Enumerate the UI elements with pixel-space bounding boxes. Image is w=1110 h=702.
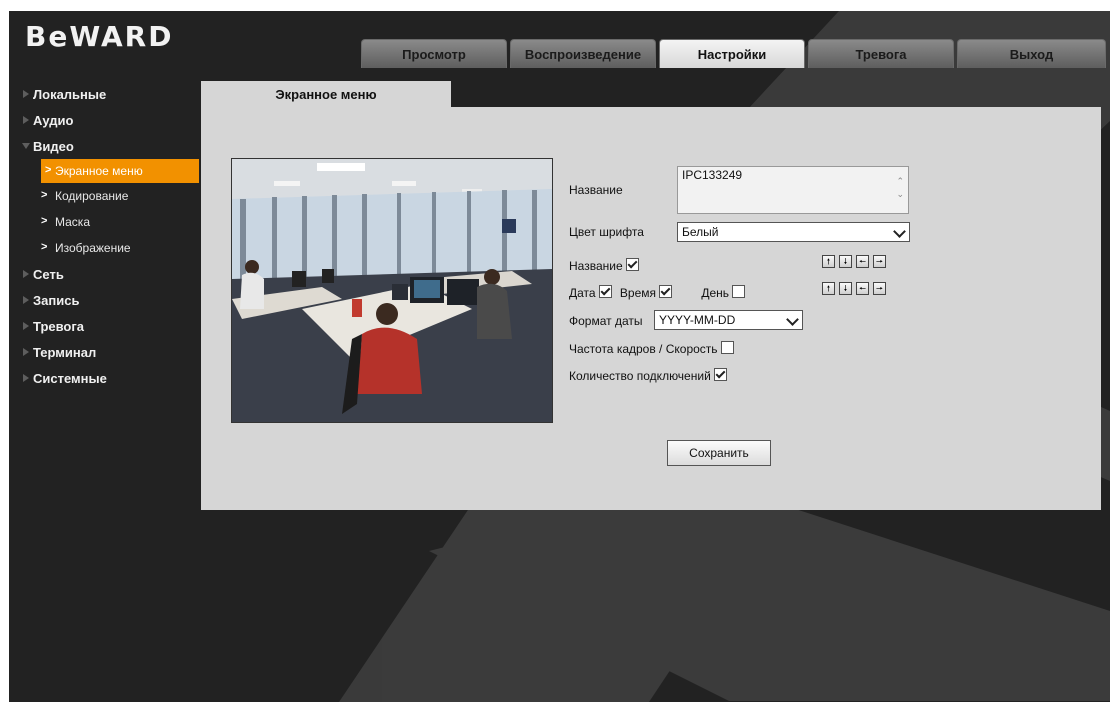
triangle-right-icon	[23, 90, 29, 98]
day-checkbox[interactable]	[732, 285, 746, 298]
arrow-right-icon[interactable]: 🠖	[873, 255, 886, 268]
datetime-position-arrows: 🠕 🠗 🠔 🠖	[822, 282, 886, 295]
fps-row: Частота кадров / Скорость	[569, 341, 734, 356]
date-label: Дата	[569, 286, 596, 300]
font-color-value: Белый	[682, 225, 719, 239]
sidebar-subitem-label: Маска	[55, 215, 90, 229]
day-label: День	[701, 286, 730, 300]
save-button[interactable]: Сохранить	[667, 440, 771, 466]
show-name-row: Название	[569, 258, 639, 273]
arrow-up-icon[interactable]: 🠕	[822, 255, 835, 268]
sidebar-subitem-label: Экранное меню	[55, 164, 143, 178]
triangle-right-icon	[23, 348, 29, 356]
sidebar-item-label: Тревога	[33, 318, 85, 334]
sidebar-item-label: Запись	[33, 292, 80, 308]
triangle-right-icon	[23, 374, 29, 382]
fps-label: Частота кадров / Скорость	[569, 342, 718, 356]
triangle-right-icon	[23, 296, 29, 304]
name-position-arrows: 🠕 🠗 🠔 🠖	[822, 255, 886, 268]
chevron-right-icon: >	[45, 164, 52, 176]
sidebar-item-label: Видео	[33, 138, 74, 154]
tab-logout[interactable]: Выход	[957, 39, 1106, 68]
show-name-checkbox[interactable]	[625, 258, 639, 271]
sidebar-item-label: Терминал	[33, 344, 97, 360]
sidebar-subitem-label: Кодирование	[55, 189, 129, 203]
name-value: IPC133249	[682, 168, 743, 182]
sidebar-item-network[interactable]: Сеть	[9, 261, 201, 287]
font-color-label: Цвет шрифта	[569, 225, 644, 239]
sidebar-item-terminal[interactable]: Терминал	[9, 339, 201, 365]
camera-preview	[231, 158, 553, 423]
chevron-right-icon: >	[41, 241, 48, 253]
osd-settings-panel: Название IPC133249 ⌃ ⌄ Цвет шрифта Белый …	[201, 107, 1101, 510]
tab-view[interactable]: Просмотр	[361, 39, 507, 68]
tab-alarm[interactable]: Тревога	[808, 39, 954, 68]
sidebar-subitem-encoding[interactable]: > Кодирование	[9, 183, 201, 209]
triangle-right-icon	[23, 116, 29, 124]
sidebar-item-video[interactable]: Видео	[9, 133, 201, 159]
date-format-select[interactable]: YYYY-MM-DD	[654, 310, 803, 330]
arrow-down-icon[interactable]: 🠗	[839, 282, 852, 295]
sidebar-item-alarm[interactable]: Тревога	[9, 313, 201, 339]
sidebar-subitem-mask[interactable]: > Маска	[9, 209, 201, 235]
date-format-label: Формат даты	[569, 314, 643, 328]
show-name-label: Название	[569, 259, 623, 273]
scroll-arrows-icon[interactable]: ⌃ ⌄	[896, 175, 904, 201]
date-format-value: YYYY-MM-DD	[659, 313, 736, 327]
sidebar-subitem-label: Изображение	[55, 241, 131, 255]
connections-row: Количество подключений	[569, 368, 727, 383]
top-navigation: Просмотр Воспроизведение Настройки Трево…	[361, 39, 1106, 68]
triangle-right-icon	[23, 322, 29, 330]
tab-settings[interactable]: Настройки	[659, 39, 805, 68]
fps-checkbox[interactable]	[720, 341, 734, 354]
arrow-left-icon[interactable]: 🠔	[856, 255, 869, 268]
tab-playback[interactable]: Воспроизведение	[510, 39, 656, 68]
sidebar: Локальные Аудио Видео > Экранное меню > …	[9, 81, 201, 391]
chevron-down-icon	[786, 313, 799, 326]
sidebar-item-label: Сеть	[33, 266, 64, 282]
arrow-left-icon[interactable]: 🠔	[856, 282, 869, 295]
sidebar-item-label: Аудио	[33, 112, 74, 128]
sidebar-item-local[interactable]: Локальные	[9, 81, 201, 107]
sidebar-item-label: Локальные	[33, 86, 107, 102]
arrow-right-icon[interactable]: 🠖	[873, 282, 886, 295]
connections-label: Количество подключений	[569, 369, 711, 383]
time-checkbox[interactable]	[659, 285, 673, 298]
sidebar-item-system[interactable]: Системные	[9, 365, 201, 391]
time-label: Время	[619, 286, 657, 300]
chevron-down-icon	[893, 225, 906, 238]
chevron-right-icon: >	[41, 215, 48, 227]
sidebar-subitem-image[interactable]: > Изображение	[9, 235, 201, 261]
connections-checkbox[interactable]	[713, 368, 727, 381]
arrow-down-icon[interactable]: 🠗	[839, 255, 852, 268]
triangle-right-icon	[23, 270, 29, 278]
chevron-right-icon: >	[41, 189, 48, 201]
triangle-down-icon	[22, 143, 30, 149]
page-title-tab: Экранное меню	[201, 81, 451, 107]
arrow-up-icon[interactable]: 🠕	[822, 282, 835, 295]
brand-logo: BeWARD	[25, 20, 174, 53]
name-textarea[interactable]: IPC133249 ⌃ ⌄	[677, 166, 909, 214]
sidebar-item-label: Системные	[33, 370, 107, 386]
sidebar-subitem-osd[interactable]: > Экранное меню	[41, 159, 199, 183]
sidebar-item-audio[interactable]: Аудио	[9, 107, 201, 133]
sidebar-item-record[interactable]: Запись	[9, 287, 201, 313]
font-color-select[interactable]: Белый	[677, 222, 910, 242]
app-window: BeWARD Просмотр Воспроизведение Настройк…	[9, 11, 1110, 702]
datetime-row: Дата Время День	[569, 285, 746, 300]
date-checkbox[interactable]	[598, 285, 612, 298]
office-scene-image	[232, 159, 552, 422]
name-label: Название	[569, 183, 623, 197]
